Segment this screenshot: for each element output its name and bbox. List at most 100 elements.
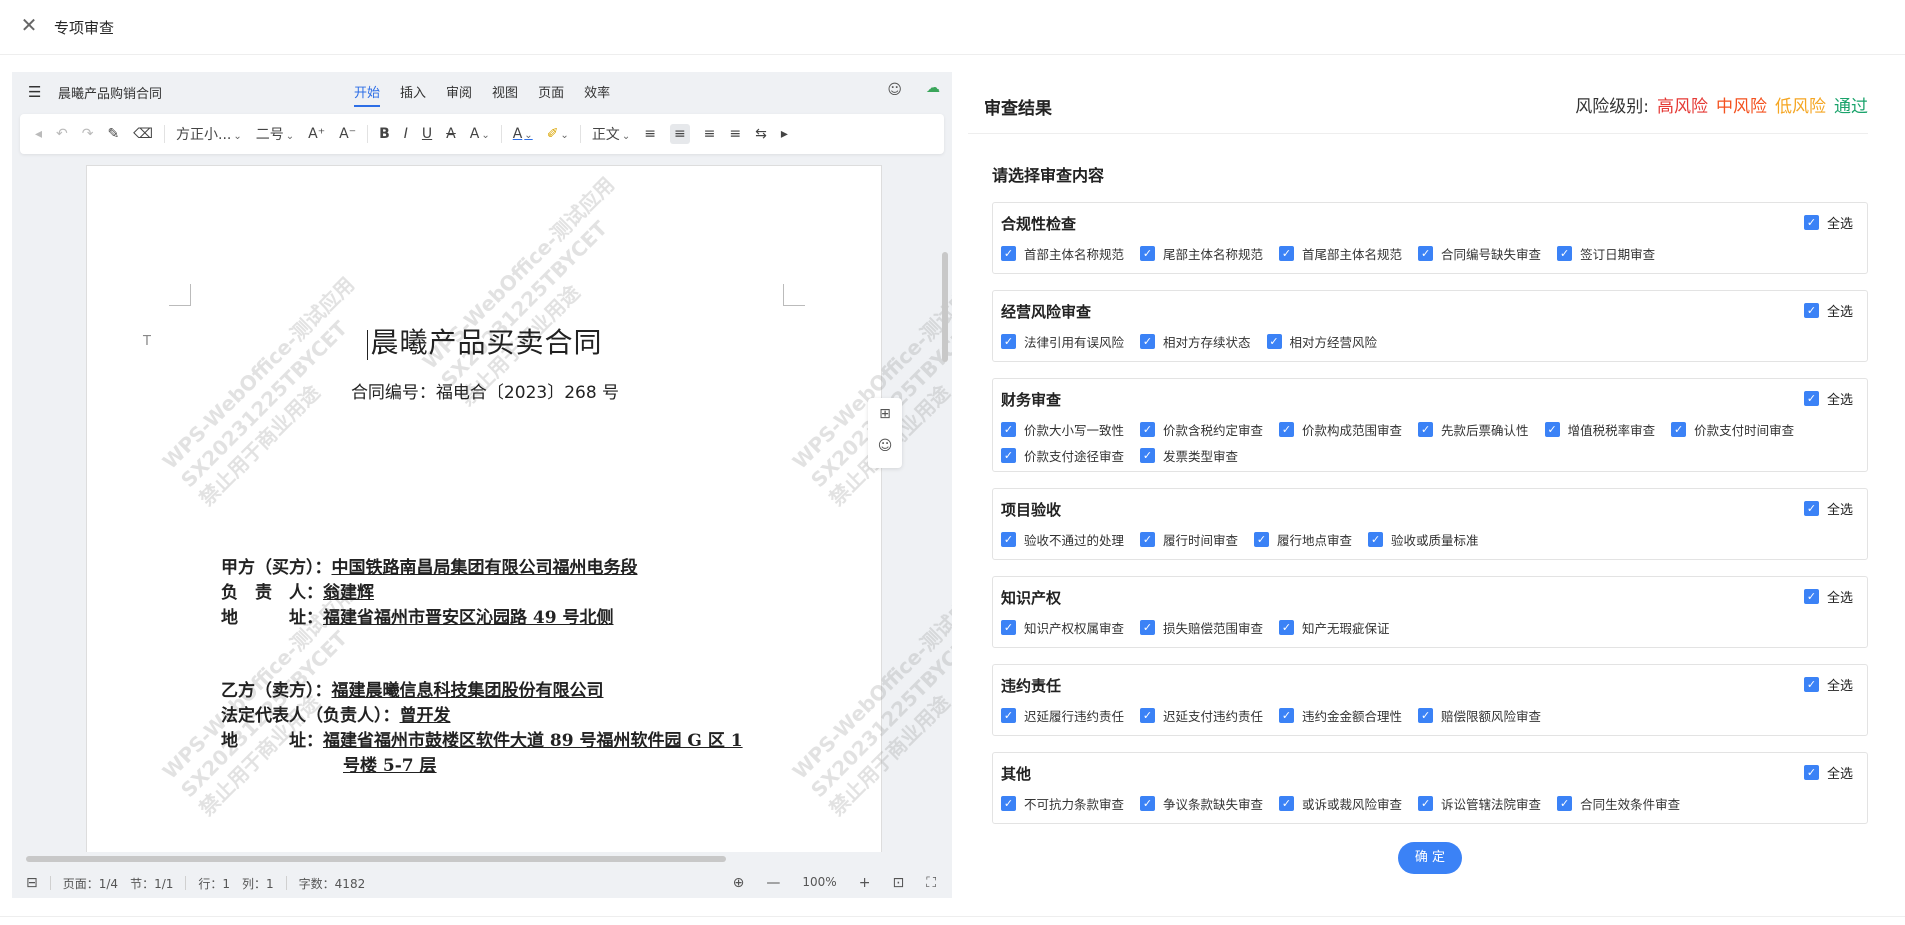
- checkbox-checked-icon: ✓: [1140, 796, 1156, 811]
- confirm-button[interactable]: 确 定: [1398, 842, 1462, 874]
- zoom-in-icon[interactable]: +: [859, 875, 871, 891]
- outline-icon[interactable]: ⊟: [26, 875, 38, 891]
- review-item-checkbox[interactable]: ✓ 签订日期审查: [1557, 244, 1655, 263]
- text-effect-icon[interactable]: A ⌄: [470, 126, 490, 142]
- highlight-icon[interactable]: ✐ ⌄: [547, 126, 569, 142]
- tab-view[interactable]: 视图: [492, 82, 518, 107]
- review-item-checkbox[interactable]: ✓ 知识产权权属审查: [1001, 618, 1124, 637]
- select-all-checkbox[interactable]: ✓ 全选: [1803, 499, 1853, 518]
- cloud-saved-icon[interactable]: ☁: [926, 80, 940, 96]
- review-item-checkbox[interactable]: ✓ 或诉或裁风险审查: [1279, 794, 1402, 813]
- scroll-right-icon[interactable]: ▸: [781, 126, 788, 142]
- checkbox-checked-icon: ✓: [1001, 796, 1016, 811]
- review-item-checkbox[interactable]: ✓ 价款大小写一致性: [1001, 420, 1124, 439]
- tab-insert[interactable]: 插入: [400, 82, 426, 107]
- select-all-checkbox[interactable]: ✓ 全选: [1803, 389, 1853, 408]
- underline-icon[interactable]: U: [422, 126, 432, 142]
- document-page[interactable]: T WPS-WebOffice-测试应用 SX20231225TBYCET 禁止…: [86, 165, 952, 852]
- review-item-checkbox[interactable]: ✓ 价款含税约定审查: [1140, 420, 1263, 439]
- fullscreen-icon[interactable]: ⛶: [926, 875, 936, 891]
- select-all-checkbox[interactable]: ✓ 全选: [1803, 587, 1853, 606]
- document-canvas[interactable]: T WPS-WebOffice-测试应用 SX20231225TBYCET 禁止…: [12, 160, 952, 852]
- checkbox-checked-icon: ✓: [1001, 448, 1016, 463]
- format-painter-icon[interactable]: ✎: [108, 126, 120, 142]
- review-item-checkbox[interactable]: ✓ 相对方经营风险: [1266, 332, 1377, 351]
- close-icon[interactable]: ✕: [18, 14, 40, 36]
- checkbox-list: ✓ 法律引用有误风险 ✓ 相对方存续状态 ✓ 相对方经营风险: [1001, 332, 1861, 351]
- divider: [0, 916, 1905, 917]
- paragraph-style-select[interactable]: 正文 ⌄: [592, 124, 630, 144]
- review-item-checkbox[interactable]: ✓ 价款构成范围审查: [1279, 420, 1402, 439]
- add-comment-icon[interactable]: ⊞: [868, 398, 902, 430]
- tab-page[interactable]: 页面: [538, 82, 564, 107]
- strikethrough-icon[interactable]: A: [446, 126, 456, 142]
- tab-efficiency[interactable]: 效率: [584, 82, 610, 107]
- review-item-checkbox[interactable]: ✓ 验收不通过的处理: [1001, 530, 1124, 549]
- review-item-checkbox[interactable]: ✓ 价款支付途径审查: [1001, 446, 1124, 465]
- distribute-icon[interactable]: ⇆: [755, 126, 767, 142]
- align-right-icon[interactable]: ≡: [704, 126, 716, 142]
- align-center-icon[interactable]: ≡: [669, 124, 690, 144]
- font-size-select[interactable]: 二号 ⌄: [256, 124, 294, 144]
- review-item-checkbox[interactable]: ✓ 履行地点审查: [1254, 530, 1352, 549]
- review-item-checkbox[interactable]: ✓ 增值税税率审查: [1544, 420, 1655, 439]
- status-bar: ⊟ 页面：1/4 节：1/1 行：1 列：1 字数：4182 ⊕ — 100% …: [12, 868, 952, 898]
- review-item-checkbox[interactable]: ✓ 合同生效条件审查: [1557, 794, 1680, 813]
- category-title: 其他: [1001, 765, 1032, 783]
- justify-icon[interactable]: ≡: [729, 126, 741, 142]
- redo-icon[interactable]: ↷: [82, 126, 94, 142]
- emoji-icon[interactable]: ☺: [868, 430, 902, 462]
- review-item-checkbox[interactable]: ✓ 违约金金额合理性: [1279, 706, 1402, 725]
- select-all-label: 全选: [1826, 217, 1853, 232]
- review-item-checkbox[interactable]: ✓ 损失赔偿范围审查: [1140, 618, 1263, 637]
- select-all-checkbox[interactable]: ✓ 全选: [1803, 675, 1853, 694]
- review-item-checkbox[interactable]: ✓ 争议条款缺失审查: [1140, 794, 1263, 813]
- review-item-label: 价款支付途径审查: [1024, 449, 1125, 464]
- review-item-checkbox[interactable]: ✓ 履行时间审查: [1140, 530, 1238, 549]
- review-item-checkbox[interactable]: ✓ 知产无瑕疵保证: [1279, 618, 1390, 637]
- review-item-checkbox[interactable]: ✓ 迟延履行违约责任: [1001, 706, 1124, 725]
- undo-icon[interactable]: ↶: [56, 126, 68, 142]
- review-item-checkbox[interactable]: ✓ 发票类型审查: [1140, 446, 1238, 465]
- tab-home[interactable]: 开始: [354, 82, 381, 107]
- review-item-checkbox[interactable]: ✓ 合同编号缺失审查: [1418, 244, 1541, 263]
- menu-icon[interactable]: ☰: [28, 83, 41, 101]
- select-all-checkbox[interactable]: ✓ 全选: [1803, 763, 1853, 782]
- review-item-label: 尾部主体名称规范: [1163, 247, 1264, 262]
- review-item-checkbox[interactable]: ✓ 赔偿限额风险审查: [1418, 706, 1541, 725]
- review-item-checkbox[interactable]: ✓ 法律引用有误风险: [1001, 332, 1124, 351]
- scroll-left-icon[interactable]: ◂: [35, 126, 42, 142]
- decrease-font-icon[interactable]: A⁻: [339, 126, 356, 142]
- review-item-checkbox[interactable]: ✓ 先款后票确认性: [1418, 420, 1529, 439]
- select-all-checkbox[interactable]: ✓ 全选: [1803, 301, 1853, 320]
- vertical-scrollbar[interactable]: [942, 252, 948, 362]
- document-title[interactable]: 晨曦产品买卖合同: [87, 321, 883, 361]
- review-item-checkbox[interactable]: ✓ 首部主体名称规范: [1001, 244, 1124, 263]
- review-item-checkbox[interactable]: ✓ 验收或质量标准: [1368, 530, 1479, 549]
- review-item-checkbox[interactable]: ✓ 尾部主体名称规范: [1140, 244, 1263, 263]
- checkbox-checked-icon: ✓: [1279, 796, 1295, 811]
- horizontal-scrollbar[interactable]: [26, 856, 726, 862]
- clear-format-icon[interactable]: ⌫: [133, 126, 153, 142]
- tab-review[interactable]: 审阅: [446, 82, 472, 107]
- zoom-out-icon[interactable]: —: [766, 875, 780, 891]
- select-all-checkbox[interactable]: ✓ 全选: [1803, 213, 1853, 232]
- review-item-checkbox[interactable]: ✓ 价款支付时间审查: [1671, 420, 1794, 439]
- review-item-label: 迟延支付违约责任: [1163, 709, 1264, 724]
- fit-page-icon[interactable]: ⊡: [892, 875, 904, 891]
- review-item-checkbox[interactable]: ✓ 首尾部主体名规范: [1279, 244, 1402, 263]
- review-item-checkbox[interactable]: ✓ 迟延支付违约责任: [1140, 706, 1263, 725]
- review-item-checkbox[interactable]: ✓ 诉讼管辖法院审查: [1418, 794, 1541, 813]
- globe-icon[interactable]: ⊕: [733, 875, 745, 891]
- review-item-checkbox[interactable]: ✓ 不可抗力条款审查: [1001, 794, 1124, 813]
- font-family-select[interactable]: 方正小... ⌄: [176, 124, 242, 144]
- increase-font-icon[interactable]: A⁺: [308, 126, 325, 142]
- font-color-icon[interactable]: A ⌄: [513, 126, 533, 142]
- italic-icon[interactable]: I: [404, 126, 408, 142]
- zoom-level[interactable]: 100%: [802, 875, 836, 891]
- bold-icon[interactable]: B: [379, 126, 390, 142]
- document-editor: ☰ 晨曦产品购销合同 开始 插入 审阅 视图 页面 效率 ☺ ☁ ◂ ↶ ↷ ✎…: [12, 72, 952, 898]
- assistant-avatar-icon[interactable]: ☺: [887, 82, 902, 98]
- review-item-checkbox[interactable]: ✓ 相对方存续状态: [1140, 332, 1251, 351]
- align-left-icon[interactable]: ≡: [644, 126, 656, 142]
